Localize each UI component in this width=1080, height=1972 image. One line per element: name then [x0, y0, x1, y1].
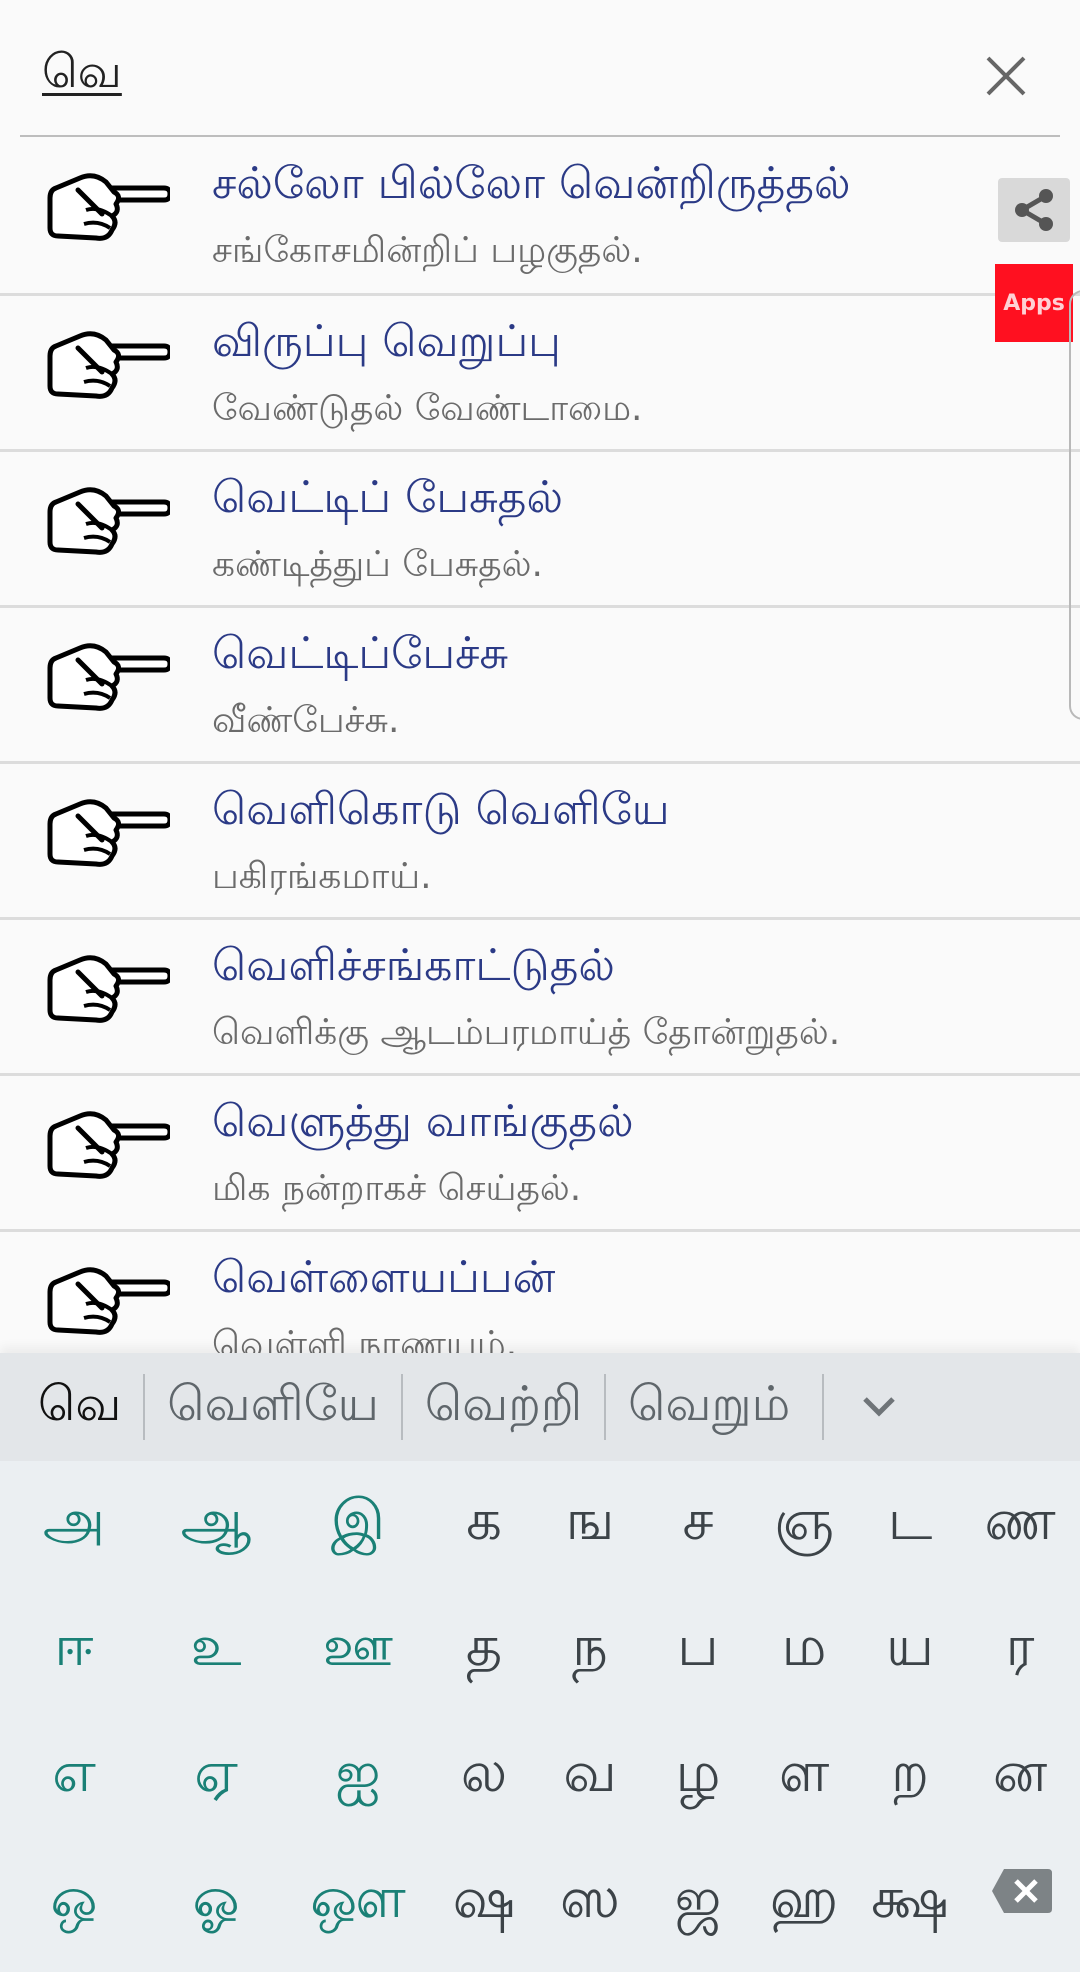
consonant-key[interactable]: ள	[752, 1713, 856, 1839]
idiom-title: சல்லோ பில்லோ வென்றிருத்தல்	[212, 158, 851, 209]
consonant-key[interactable]: ட	[858, 1461, 962, 1587]
vowel-key[interactable]: ஒ	[4, 1839, 144, 1965]
results-list[interactable]: சல்லோ பில்லோ வென்றிருத்தல் சங்கோசமின்றிப…	[0, 138, 1080, 1353]
consonant-key[interactable]: ம	[752, 1587, 856, 1713]
search-divider	[20, 135, 1060, 137]
vowel-key[interactable]: அ	[4, 1461, 144, 1587]
keyboard-row: அஆஇகஙசஞடண	[0, 1461, 1080, 1587]
list-item[interactable]: வெளுத்து வாங்குதல் மிக நன்றாகச் செய்தல்.	[0, 1076, 1080, 1232]
pointing-hand-icon	[47, 799, 170, 867]
pointing-hand-icon	[47, 1111, 170, 1179]
backspace-key[interactable]	[990, 1867, 1052, 1919]
consonant-key[interactable]: ங	[538, 1461, 642, 1587]
list-item[interactable]: வெள்ளையப்பன் வெள்ளி நாணயம்.	[0, 1232, 1080, 1353]
consonant-key[interactable]: ர	[968, 1587, 1072, 1713]
idiom-title: வெட்டிப் பேசுதல்	[212, 472, 563, 523]
vowel-key[interactable]: உ	[146, 1587, 286, 1713]
list-item[interactable]: விருப்பு வெறுப்பு வேண்டுதல் வேண்டாமை.	[0, 296, 1080, 452]
vowel-key[interactable]: ஏ	[146, 1713, 286, 1839]
pointing-hand-icon	[47, 1267, 170, 1335]
idiom-title: வெளிகொடு வெளியே	[212, 784, 670, 835]
idiom-meaning: வெள்ளி நாணயம்.	[212, 1324, 518, 1353]
idiom-title: வெட்டிப்பேச்சு	[212, 628, 509, 679]
consonant-key[interactable]: ல	[432, 1713, 536, 1839]
idiom-title: வெளிச்சங்காட்டுதல்	[212, 940, 615, 991]
suggestion-strip: வெ வெளியே வெற்றி வெறும்	[0, 1353, 1080, 1461]
backspace-icon	[992, 1869, 1052, 1913]
pointing-hand-icon	[47, 955, 170, 1023]
vowel-key[interactable]: ஊ	[288, 1587, 428, 1713]
apps-edge-tab[interactable]: Apps	[995, 264, 1073, 342]
consonant-key[interactable]: ற	[858, 1713, 962, 1839]
idiom-meaning: வெளிக்கு ஆடம்பரமாய்த் தோன்றுதல்.	[212, 1012, 841, 1053]
list-item[interactable]: வெளிச்சங்காட்டுதல் வெளிக்கு ஆடம்பரமாய்த்…	[0, 920, 1080, 1076]
vowel-key[interactable]: எ	[4, 1713, 144, 1839]
typed-word-suggestion[interactable]: வெ	[0, 1376, 143, 1438]
idiom-title: வெளுத்து வாங்குதல்	[212, 1096, 634, 1147]
list-item[interactable]: வெளிகொடு வெளியே பகிரங்கமாய்.	[0, 764, 1080, 920]
consonant-key[interactable]: ப	[646, 1587, 750, 1713]
consonant-key[interactable]: ழ	[646, 1713, 750, 1839]
search-bar: வெ	[0, 0, 1080, 137]
suggestion-word[interactable]: வெறும்	[606, 1376, 812, 1438]
vowel-key[interactable]: ஓ	[146, 1839, 286, 1965]
pointing-hand-icon	[47, 331, 170, 399]
consonant-key[interactable]: த	[432, 1587, 536, 1713]
consonant-key[interactable]: ஸ	[538, 1839, 642, 1965]
list-item[interactable]: வெட்டிப் பேசுதல் கண்டித்துப் பேசுதல்.	[0, 452, 1080, 608]
vowel-key[interactable]: ஐ	[288, 1713, 428, 1839]
idiom-meaning: வேண்டுதல் வேண்டாமை.	[212, 388, 643, 429]
vowel-key[interactable]: ஈ	[4, 1587, 144, 1713]
clear-search-button[interactable]	[980, 50, 1032, 102]
consonant-key[interactable]: ஞ	[752, 1461, 856, 1587]
suggestion-word[interactable]: வெற்றி	[403, 1376, 604, 1438]
edge-panel-handle[interactable]	[1069, 290, 1080, 720]
idiom-meaning: வீண்பேச்சு.	[212, 700, 400, 741]
consonant-key[interactable]: வ	[538, 1713, 642, 1839]
suggestion-word[interactable]: வெளியே	[145, 1376, 401, 1438]
consonant-key[interactable]: ந	[538, 1587, 642, 1713]
close-icon	[986, 56, 1026, 96]
idiom-meaning: சங்கோசமின்றிப் பழகுதல்.	[212, 230, 643, 271]
consonant-key[interactable]: க	[432, 1461, 536, 1587]
tamil-keyboard: அ ஆ இ க ங ச ஞ ட ண ஈ உ ஊ த ந ப ம ய ர எ ஏ ஐ ல வ ழ ள ற ன ஒ ஓ ஔ ஷ ஸ ஜ ஹ க்ஷ	[0, 1461, 1080, 1972]
consonant-key[interactable]: ய	[858, 1587, 962, 1713]
idiom-meaning: கண்டித்துப் பேசுதல்.	[212, 544, 543, 585]
consonant-key[interactable]: ன	[968, 1713, 1072, 1839]
keyboard-row: எஏஐலவழளறன	[0, 1713, 1080, 1839]
pointing-hand-icon	[47, 173, 170, 241]
consonant-key[interactable]: ண	[968, 1461, 1072, 1587]
pointing-hand-icon	[47, 643, 170, 711]
share-button[interactable]	[998, 178, 1070, 242]
vowel-key[interactable]: ஆ	[146, 1461, 286, 1587]
consonant-key[interactable]: ஷ	[432, 1839, 536, 1965]
share-icon	[1015, 189, 1053, 231]
keyboard-row: ஒ ஓ ஔ ஷ ஸ ஜ ஹ க்ஷ	[0, 1839, 1080, 1965]
vowel-key[interactable]: ஔ	[288, 1839, 428, 1965]
idiom-title: வெள்ளையப்பன்	[212, 1252, 556, 1303]
chevron-down-icon	[863, 1397, 895, 1417]
search-input[interactable]: வெ	[42, 44, 122, 105]
idiom-meaning: மிக நன்றாகச் செய்தல்.	[212, 1168, 582, 1209]
keyboard-row: ஈஉஊதநபமயர	[0, 1587, 1080, 1713]
vowel-key[interactable]: இ	[288, 1461, 428, 1587]
list-item[interactable]: சல்லோ பில்லோ வென்றிருத்தல் சங்கோசமின்றிப…	[0, 138, 1080, 296]
list-item[interactable]: வெட்டிப்பேச்சு வீண்பேச்சு.	[0, 608, 1080, 764]
idiom-meaning: பகிரங்கமாய்.	[212, 856, 432, 897]
consonant-key[interactable]: ஜ	[646, 1839, 750, 1965]
expand-suggestions-button[interactable]	[824, 1395, 934, 1419]
idiom-title: விருப்பு வெறுப்பு	[212, 316, 561, 367]
pointing-hand-icon	[47, 487, 170, 555]
consonant-key[interactable]: ஹ	[752, 1839, 856, 1965]
consonant-key[interactable]: க்ஷ	[858, 1839, 962, 1965]
consonant-key[interactable]: ச	[646, 1461, 750, 1587]
